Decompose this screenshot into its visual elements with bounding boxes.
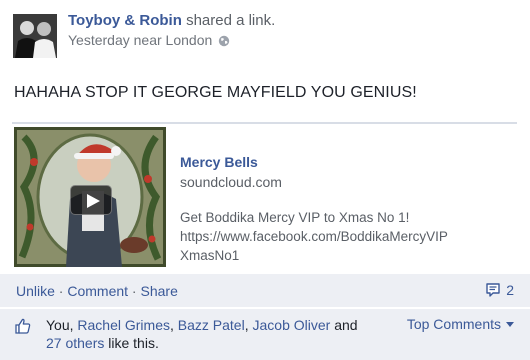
likes-others-link[interactable]: 27 others: [46, 335, 104, 351]
post-action-text: shared a link.: [186, 12, 276, 29]
liker-link[interactable]: Bazz Patel: [178, 317, 245, 333]
likes-and: and: [334, 317, 358, 333]
top-comments-label: Top Comments: [406, 316, 501, 332]
action-separator: ·: [128, 283, 141, 299]
chevron-down-icon: [506, 321, 514, 327]
likes-you: You,: [46, 317, 74, 333]
globe-icon[interactable]: [218, 34, 230, 47]
link-description-line: XmasNo1: [180, 248, 240, 263]
thumbs-up-icon: [14, 317, 32, 335]
link-description: Get Boddika Mercy VIP to Xmas No 1! http…: [180, 208, 510, 265]
author-line: Toyboy & Robin shared a link.: [68, 12, 275, 29]
link-domain: soundcloud.com: [180, 174, 282, 190]
play-icon[interactable]: [70, 185, 112, 215]
post-actions: Unlike · Comment · Share: [16, 283, 178, 299]
liker-link[interactable]: Rachel Grimes: [77, 317, 170, 333]
link-title[interactable]: Mercy Bells: [180, 154, 258, 170]
comment-icon: [485, 282, 501, 298]
link-description-line: https://www.facebook.com/BoddikaMercyVIP: [180, 229, 448, 244]
status-message: HAHAHA STOP IT GEORGE MAYFIELD YOU GENIU…: [14, 84, 417, 101]
avatar[interactable]: [13, 14, 57, 58]
comment-link[interactable]: Comment: [67, 283, 128, 299]
top-comments-dropdown[interactable]: Top Comments: [407, 316, 514, 332]
author-name[interactable]: Toyboy & Robin: [68, 12, 182, 29]
unlike-link[interactable]: Unlike: [16, 283, 55, 299]
post-header: Toyboy & Robin shared a link. Yesterday …: [0, 0, 530, 68]
post-action-bar: Unlike · Comment · Share 2: [0, 274, 530, 308]
liker-link[interactable]: Jacob Oliver: [253, 317, 331, 333]
comment-count-button[interactable]: 2: [485, 282, 514, 298]
likes-summary: You, Rachel Grimes, Bazz Patel, Jacob Ol…: [46, 317, 358, 351]
link-description-line: Get Boddika Mercy VIP to Xmas No 1!: [180, 210, 410, 225]
comment-count: 2: [506, 282, 514, 298]
likes-suffix: like this.: [108, 335, 159, 351]
post-timestamp[interactable]: Yesterday near London: [68, 32, 212, 48]
share-link[interactable]: Share: [141, 283, 178, 299]
post-meta: Yesterday near London: [68, 32, 230, 48]
likes-bar: You, Rachel Grimes, Bazz Patel, Jacob Ol…: [0, 309, 530, 360]
action-separator: ·: [54, 283, 68, 299]
shared-link-card[interactable]: Mercy Bells soundcloud.com Get Boddika M…: [12, 122, 517, 270]
link-thumbnail[interactable]: [14, 127, 166, 267]
